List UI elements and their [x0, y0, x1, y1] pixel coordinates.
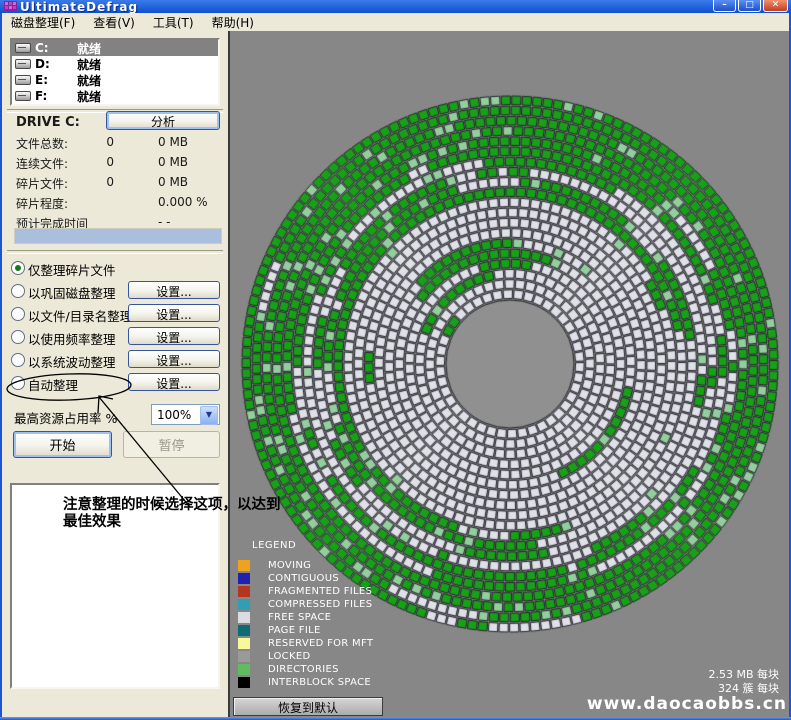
option-consolidate[interactable]: 以巩固磁盘整理 设置...	[2, 280, 228, 303]
menu-bar: 磁盘整理(F) 查看(V) 工具(T) 帮助(H)	[2, 13, 789, 31]
menu-defrag[interactable]: 磁盘整理(F)	[2, 13, 84, 32]
restore-default-button[interactable]: 恢复到默认	[233, 697, 383, 716]
fragmented-swatch	[238, 586, 250, 597]
contiguous-swatch	[238, 573, 250, 584]
freespace-swatch	[238, 612, 250, 623]
stat-contiguous-files: 连续文件: 0 0 MB	[2, 153, 228, 173]
drive-row-e[interactable]: E: 就绪	[12, 72, 218, 88]
drive-status: 就绪	[77, 56, 101, 73]
stat-total-files: 文件总数: 0 0 MB	[2, 133, 228, 153]
start-button[interactable]: 开始	[13, 431, 112, 458]
resource-usage-row: 最高资源占用率 % 100% ▼	[2, 402, 228, 426]
option-by-usage[interactable]: 以使用频率整理 设置...	[2, 326, 228, 349]
close-button[interactable]: ✕	[763, 0, 788, 12]
radio-icon[interactable]	[11, 330, 25, 344]
stat-fragmentation: 碎片程度: 0.000 %	[2, 193, 228, 213]
drive-icon	[15, 91, 31, 101]
annotation-text: 注意整理的时候选择这项，以达到 最佳效果	[63, 497, 363, 531]
directories-swatch	[238, 664, 250, 675]
drive-icon	[15, 75, 31, 85]
resource-usage-select[interactable]: 100% ▼	[151, 404, 220, 425]
menu-tools[interactable]: 工具(T)	[144, 13, 203, 32]
analyze-button[interactable]: 分析	[106, 111, 220, 130]
app-window: UltimateDefrag – □ ✕ 磁盘整理(F) 查看(V) 工具(T)…	[0, 0, 791, 720]
drive-row-f[interactable]: F: 就绪	[12, 88, 218, 104]
watermark: www.daocaobbs.cn	[587, 694, 787, 714]
moving-swatch	[238, 560, 250, 571]
drive-name: D:	[35, 57, 77, 71]
title-bar: UltimateDefrag	[0, 0, 791, 13]
defrag-method-options: 仅整理碎片文件 以巩固磁盘整理 设置... 以文件/目录名整理 设置... 以使…	[2, 257, 228, 395]
drive-row-c[interactable]: C: 就绪	[12, 40, 218, 56]
radio-icon[interactable]	[11, 376, 25, 390]
minimize-button[interactable]: –	[713, 0, 736, 12]
app-icon	[4, 1, 17, 11]
option-fragmented-only[interactable]: 仅整理碎片文件	[2, 257, 228, 280]
menu-help[interactable]: 帮助(H)	[203, 13, 263, 32]
maximize-button[interactable]: □	[738, 0, 761, 12]
mft-swatch	[238, 638, 250, 649]
radio-icon[interactable]	[11, 307, 25, 321]
drive-panel-title: DRIVE C:	[16, 115, 80, 130]
locked-swatch	[238, 651, 250, 662]
divider	[7, 250, 223, 254]
resource-usage-value: 100%	[157, 408, 191, 422]
drive-row-d[interactable]: D: 就绪	[12, 56, 218, 72]
settings-button-auto[interactable]: 设置...	[128, 373, 220, 391]
drive-icon	[15, 59, 31, 69]
stat-fragmented-files: 碎片文件: 0 0 MB	[2, 173, 228, 193]
drive-icon	[15, 43, 31, 53]
option-auto[interactable]: 自动整理 设置...	[2, 372, 228, 395]
radio-icon[interactable]	[11, 353, 25, 367]
drive-name: C:	[35, 41, 77, 55]
resource-usage-label: 最高资源占用率 %	[14, 408, 117, 427]
radio-icon[interactable]	[11, 284, 25, 298]
option-by-name[interactable]: 以文件/目录名整理 设置...	[2, 303, 228, 326]
drive-status: 就绪	[77, 72, 101, 89]
window-title: UltimateDefrag	[20, 1, 138, 13]
drive-status: 就绪	[77, 88, 101, 105]
drive-name: E:	[35, 73, 77, 87]
interblock-swatch	[238, 677, 250, 688]
menu-view[interactable]: 查看(V)	[84, 13, 144, 32]
drive-list[interactable]: C: 就绪 D: 就绪 E: 就绪 F: 就绪	[10, 38, 220, 106]
stats-table: 文件总数: 0 0 MB 连续文件: 0 0 MB 碎片文件: 0 0 MB 碎…	[2, 133, 228, 233]
legend-title: LEGEND	[252, 540, 296, 551]
compressed-swatch	[238, 599, 250, 610]
chevron-down-icon[interactable]: ▼	[200, 406, 218, 425]
pagefile-swatch	[238, 625, 250, 636]
settings-button-by-name[interactable]: 设置...	[128, 304, 220, 322]
drive-name: F:	[35, 89, 77, 103]
drive-status: 就绪	[77, 40, 101, 57]
radio-selected-icon[interactable]	[11, 261, 25, 275]
option-by-volatility[interactable]: 以系统波动整理 设置...	[2, 349, 228, 372]
settings-button-by-usage[interactable]: 设置...	[128, 327, 220, 345]
progress-bar	[14, 228, 222, 244]
control-panel: C: 就绪 D: 就绪 E: 就绪 F: 就绪 DRIVE C: 分析	[2, 31, 228, 717]
pause-button: 暂停	[123, 431, 220, 458]
settings-button-consolidate[interactable]: 设置...	[128, 281, 220, 299]
settings-button-by-volatility[interactable]: 设置...	[128, 350, 220, 368]
